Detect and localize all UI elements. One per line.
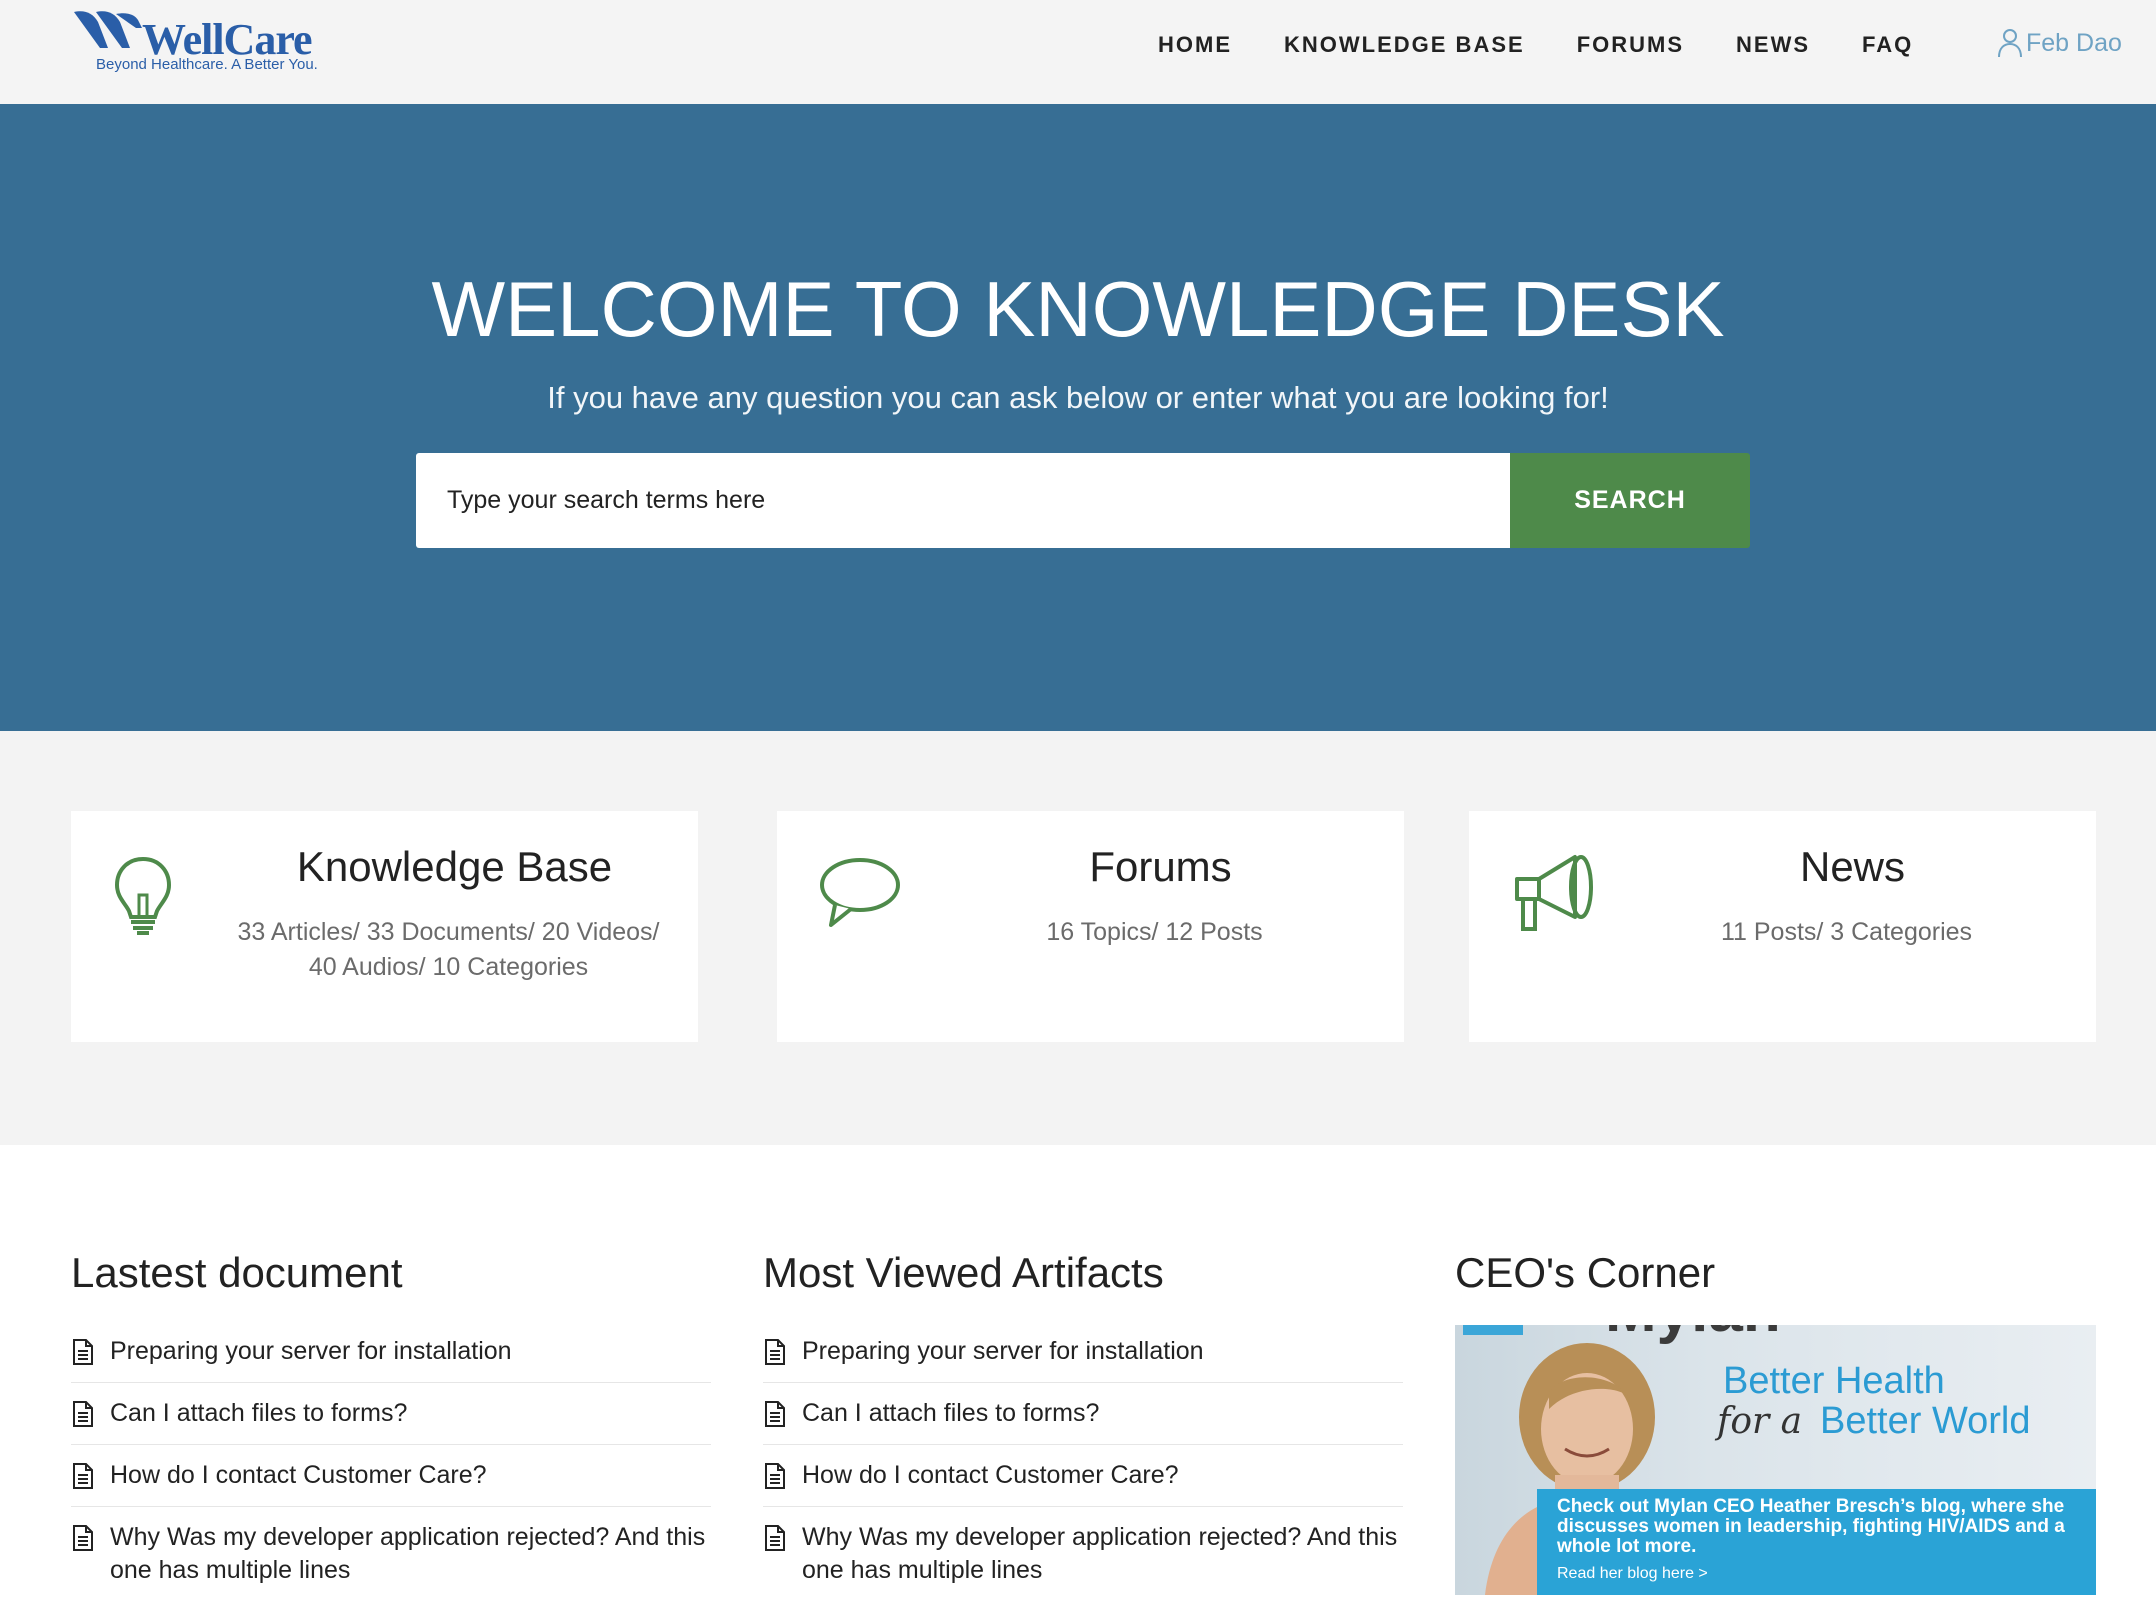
search-button[interactable]: SEARCH [1510, 453, 1750, 548]
most-viewed-artifacts: Most Viewed Artifacts Preparing your ser… [763, 1249, 1403, 1601]
list-item[interactable]: How do I contact Customer Care? [763, 1445, 1403, 1507]
nav-knowledge-base[interactable]: KNOWLEDGE BASE [1284, 32, 1525, 58]
top-bar: WellCare Beyond Healthcare. A Better You… [0, 0, 2156, 104]
card-news[interactable]: News 11 Posts/ 3 Categories [1469, 811, 2096, 1042]
user-icon [1998, 29, 2022, 58]
speech-bubble-icon [820, 858, 900, 927]
document-icon [765, 1401, 785, 1427]
list-item[interactable]: Can I attach files to forms? [71, 1383, 711, 1445]
document-icon [73, 1525, 93, 1551]
card-stats: 11 Posts/ 3 Categories [1720, 918, 1973, 946]
card-stats: 33 Articles/ 33 Documents/ 20 Videos/ 40… [237, 918, 660, 981]
list-item[interactable]: Why Was my developer application rejecte… [763, 1507, 1403, 1601]
list-item-label: Preparing your server for installation [802, 1337, 1204, 1365]
document-icon [73, 1401, 93, 1427]
logo-tagline: Beyond Healthcare. A Better You. [96, 56, 318, 73]
document-icon [765, 1339, 785, 1365]
card-title: News [1799, 843, 1906, 890]
megaphone-icon [1515, 855, 1593, 931]
ceo-corner: CEO's Corner Mylan Better Health for a B… [1455, 1249, 2096, 1595]
card-forums[interactable]: Forums 16 Topics/ 12 Posts [777, 811, 1404, 1042]
ceo-blurb: Check out Mylan CEO Heather Bresch’s blo… [1557, 1496, 2065, 1557]
nav-home[interactable]: HOME [1158, 32, 1232, 58]
card-title: Knowledge Base [296, 843, 613, 890]
document-list: Preparing your server for installation C… [71, 1321, 711, 1601]
lightbulb-icon [114, 856, 172, 935]
section-heading: CEO's Corner [1455, 1249, 1716, 1296]
ceo-blog-link[interactable]: Read her blog here > [1557, 1565, 1708, 1583]
card-title: Forums [1089, 843, 1232, 890]
wellcare-logo-mark [74, 11, 142, 48]
nav-news[interactable]: NEWS [1736, 32, 1810, 58]
card-knowledge-base[interactable]: Knowledge Base 33 Articles/ 33 Documents… [71, 811, 698, 1042]
card-stats: 16 Topics/ 12 Posts [1046, 918, 1263, 946]
user-menu[interactable]: Feb Dao [1996, 28, 2122, 58]
list-item[interactable]: How do I contact Customer Care? [71, 1445, 711, 1507]
ceo-banner[interactable]: Mylan Better Health for a Better World C… [1455, 1325, 2096, 1595]
summary-cards: Knowledge Base 33 Articles/ 33 Documents… [0, 731, 2156, 1145]
list-item-label: How do I contact Customer Care? [802, 1461, 1179, 1489]
search-bar: SEARCH [416, 453, 1750, 548]
nav-faq[interactable]: FAQ [1862, 32, 1913, 58]
list-item[interactable]: Preparing your server for installation [763, 1321, 1403, 1383]
headline-for: for a [1714, 1401, 1802, 1442]
wellcare-logo[interactable]: WellCare Beyond Healthcare. A Better You… [72, 8, 332, 80]
list-item[interactable]: Why Was my developer application rejecte… [71, 1507, 711, 1601]
list-item-label: Preparing your server for installation [110, 1337, 512, 1365]
list-item-label: Can I attach files to forms? [110, 1399, 408, 1427]
document-icon [765, 1525, 785, 1551]
latest-documents: Lastest document Preparing your server f… [71, 1249, 711, 1601]
list-item-label: Why Was my developer application rejecte… [110, 1523, 706, 1584]
hero-title: WELCOME TO KNOWLEDGE DESK [431, 265, 1725, 353]
banner-brand-text: Mylan [1605, 1325, 1781, 1345]
document-icon [73, 1463, 93, 1489]
search-input[interactable] [416, 453, 1510, 548]
list-item-label: How do I contact Customer Care? [110, 1461, 487, 1489]
hero-banner: WELCOME TO KNOWLEDGE DESK If you have an… [0, 104, 2156, 731]
document-icon [73, 1339, 93, 1365]
artifact-list: Preparing your server for installation C… [763, 1321, 1403, 1601]
list-item[interactable]: Preparing your server for installation [71, 1321, 711, 1383]
section-heading: Most Viewed Artifacts [763, 1249, 1164, 1296]
document-icon [765, 1463, 785, 1489]
user-name: Feb Dao [2026, 28, 2122, 57]
headline-1: Better Health [1723, 1360, 1945, 1402]
list-item-label: Can I attach files to forms? [802, 1399, 1100, 1427]
hero-subtitle: If you have any question you can ask bel… [547, 380, 1609, 415]
section-heading: Lastest document [71, 1249, 403, 1296]
list-item[interactable]: Can I attach files to forms? [763, 1383, 1403, 1445]
headline-2: Better World [1820, 1400, 2030, 1442]
nav-forums[interactable]: FORUMS [1577, 32, 1684, 58]
content-columns: Lastest document Preparing your server f… [0, 1145, 2156, 1606]
list-item-label: Why Was my developer application rejecte… [802, 1523, 1398, 1584]
main-nav: HOME KNOWLEDGE BASE FORUMS NEWS FAQ [1158, 32, 1965, 58]
